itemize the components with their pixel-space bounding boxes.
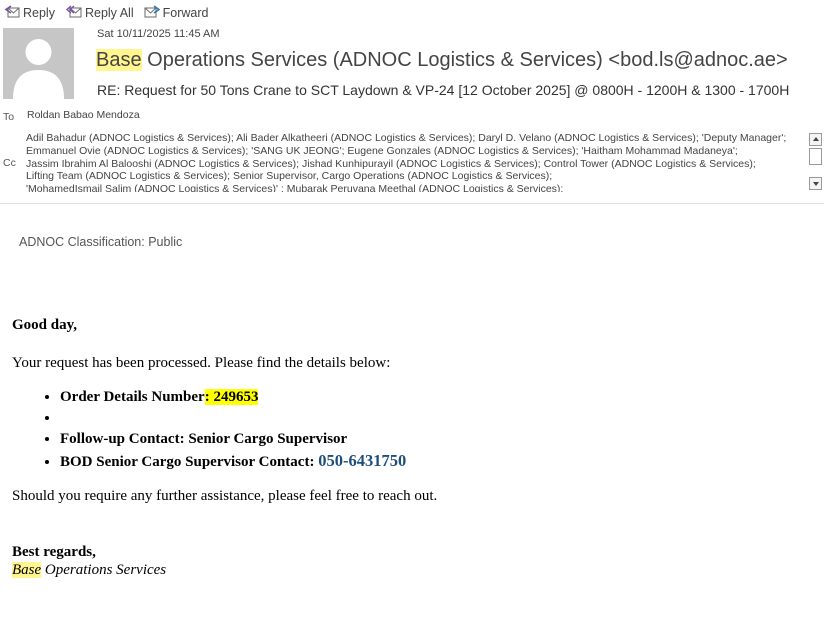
reply-label: Reply: [23, 6, 55, 20]
scroll-up-button[interactable]: [809, 133, 822, 146]
classification-label: ADNOC Classification: Public: [19, 235, 183, 249]
forward-label: Forward: [162, 6, 209, 20]
cc-line: Adil Bahadur (ADNOC Logistics & Services…: [26, 132, 787, 144]
bod-contact-item: BOD Senior Cargo Supervisor Contact: 050…: [60, 450, 812, 473]
intro-text: Your request has been processed. Please …: [12, 355, 391, 371]
empty-list-item: [60, 408, 812, 429]
signature: Base Operations Services: [12, 561, 812, 579]
forward-button[interactable]: Forward: [144, 4, 209, 22]
sent-date: Sat 10/11/2025 11:45 AM: [97, 28, 220, 40]
email-subject: RE: Request for 50 Tons Crane to SCT Lay…: [97, 82, 790, 98]
message-body: Good day, Your request has been processe…: [12, 316, 812, 579]
order-number-label: Order Details Number: [60, 389, 205, 405]
bod-contact-label: BOD Senior Cargo Supervisor Contact:: [60, 454, 319, 470]
reply-all-button[interactable]: Reply All: [65, 4, 134, 22]
sender-rest: Operations Services (ADNOC Logistics & S…: [141, 49, 788, 71]
order-number-item: Order Details Number: 249653: [60, 387, 812, 408]
followup-contact-item: Follow-up Contact: Senior Cargo Supervis…: [60, 429, 812, 450]
email-reading-pane: Reply Reply All Forward Sat 10/11/2025 1…: [0, 0, 824, 632]
sender-avatar: [3, 28, 74, 99]
cc-line: Emmanuel Ovie (ADNOC Logistics & Service…: [26, 144, 738, 157]
cc-scrollbar[interactable]: [808, 133, 824, 193]
regards: Best regards,: [12, 544, 96, 560]
cc-label: Cc: [3, 157, 16, 169]
sender-highlight: Base: [96, 49, 142, 71]
cc-line: Lifting Team (ADNOC Logistics & Services…: [26, 170, 553, 183]
header-divider: [0, 203, 824, 204]
phone-link[interactable]: 050-6431750: [318, 451, 406, 470]
cc-recipients[interactable]: Adil Bahadur (ADNOC Logistics & Services…: [26, 132, 804, 192]
to-recipient[interactable]: Roldan Babao Mendoza: [27, 109, 140, 121]
greeting: Good day,: [12, 317, 78, 333]
scroll-down-button[interactable]: [809, 177, 822, 190]
reply-button[interactable]: Reply: [4, 4, 55, 22]
details-list: Order Details Number: 249653 Follow-up C…: [12, 387, 812, 473]
reply-all-label: Reply All: [84, 6, 134, 20]
reply-icon: [4, 4, 23, 22]
to-label: To: [3, 111, 15, 123]
sender-name[interactable]: Base Operations Services (ADNOC Logistic…: [96, 49, 788, 72]
scroll-thumb[interactable]: [809, 148, 822, 165]
order-number-value: : 249653: [204, 389, 259, 405]
cc-line: 'MohamedIsmail Salim (ADNOC Logistics & …: [26, 183, 564, 192]
cc-line: Jassim Ibrahim Al Balooshi (ADNOC Logist…: [26, 157, 756, 170]
chevron-up-icon: [813, 137, 819, 141]
forward-icon: [144, 4, 163, 22]
signature-rest: Operations Services: [41, 562, 167, 578]
person-icon: [13, 39, 64, 99]
message-toolbar: Reply Reply All Forward: [4, 4, 218, 22]
reply-all-icon: [65, 4, 85, 22]
chevron-down-icon: [813, 182, 819, 186]
signature-highlight: Base: [12, 562, 42, 578]
closing-text: Should you require any further assistanc…: [12, 488, 438, 504]
